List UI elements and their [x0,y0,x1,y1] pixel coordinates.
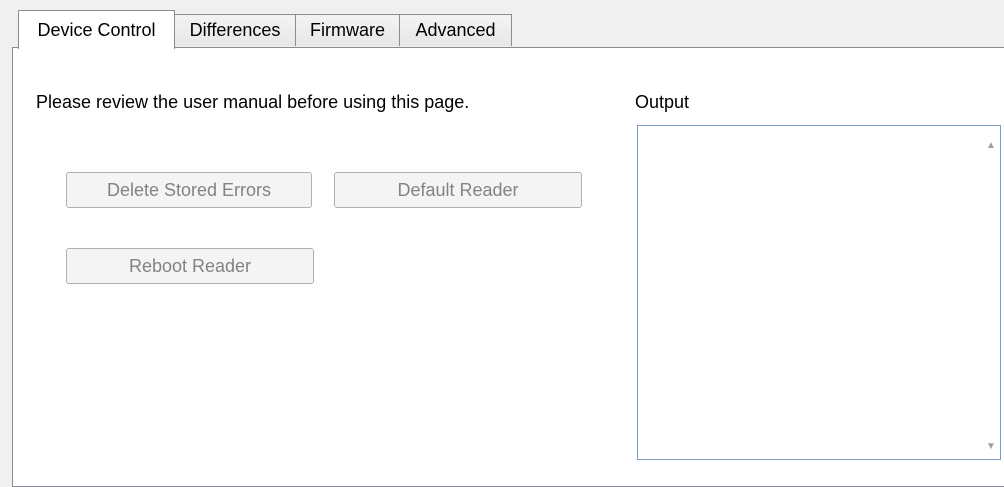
tab-advanced[interactable]: Advanced [399,14,512,46]
tab-differences[interactable]: Differences [174,14,296,46]
tab-device-control[interactable]: Device Control [18,10,175,49]
tab-label: Device Control [37,19,156,40]
delete-stored-errors-button[interactable]: Delete Stored Errors [66,172,312,208]
tab-label: Firmware [310,20,385,40]
scroll-up-icon[interactable]: ▲ [982,136,1000,154]
scroll-down-icon[interactable]: ▼ [982,437,1000,455]
tab-firmware[interactable]: Firmware [295,14,400,46]
intro-text: Please review the user manual before usi… [36,92,470,112]
tab-label: Differences [189,20,281,40]
default-reader-button[interactable]: Default Reader [334,172,582,208]
tab-label: Advanced [415,20,496,40]
output-label: Output [635,92,690,112]
tab-strip: Device Control Differences Firmware Adva… [0,0,1004,49]
output-textbox[interactable]: ▲ ▼ [637,125,1001,460]
reboot-reader-button[interactable]: Reboot Reader [66,248,314,284]
